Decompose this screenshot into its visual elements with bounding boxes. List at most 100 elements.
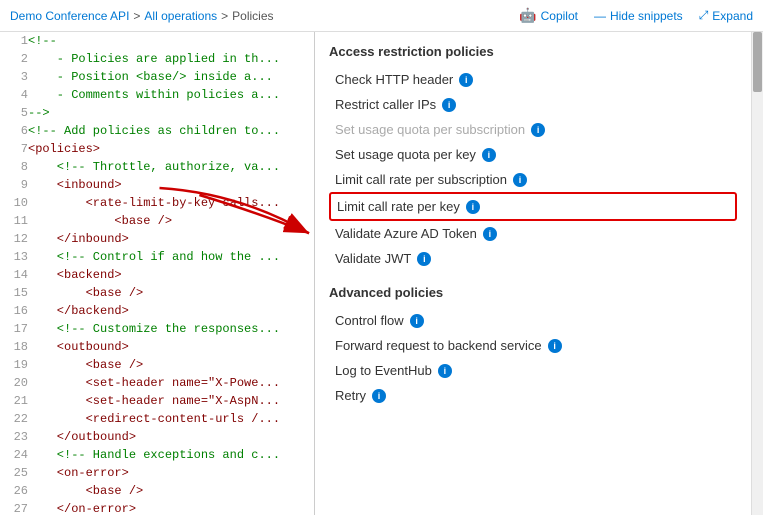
- line-content: <!--: [28, 32, 314, 50]
- line-number: 26: [0, 482, 28, 500]
- copilot-icon: 🤖: [519, 7, 536, 24]
- policy-item-limit-rate-sub[interactable]: Limit call rate per subscription i: [329, 167, 737, 192]
- policy-label: Limit call rate per subscription: [335, 172, 507, 187]
- code-line: 24 <!-- Handle exceptions and c...: [0, 446, 314, 464]
- line-number: 14: [0, 266, 28, 284]
- info-icon[interactable]: i: [466, 200, 480, 214]
- info-icon[interactable]: i: [482, 148, 496, 162]
- line-number: 20: [0, 374, 28, 392]
- breadcrumb: Demo Conference API > All operations > P…: [10, 9, 274, 23]
- code-line: 18 <outbound>: [0, 338, 314, 356]
- expand-icon: ⤢: [699, 8, 709, 23]
- topbar: Demo Conference API > All operations > P…: [0, 0, 763, 32]
- line-content: <policies>: [28, 140, 314, 158]
- info-icon[interactable]: i: [442, 98, 456, 112]
- breadcrumb-sep2: >: [221, 9, 228, 23]
- policy-item-limit-rate-key[interactable]: Limit call rate per key i: [329, 192, 737, 221]
- access-items-list: Check HTTP header i Restrict caller IPs …: [329, 67, 737, 271]
- line-content: <!-- Customize the responses...: [28, 320, 314, 338]
- line-number: 3: [0, 68, 28, 86]
- policy-label: Validate JWT: [335, 251, 411, 266]
- info-icon[interactable]: i: [513, 173, 527, 187]
- policy-label: Limit call rate per key: [337, 199, 460, 214]
- code-table: 1 <!-- 2 - Policies are applied in th...…: [0, 32, 314, 515]
- info-icon[interactable]: i: [548, 339, 562, 353]
- code-panel[interactable]: 1 <!-- 2 - Policies are applied in th...…: [0, 32, 315, 515]
- code-line: 17 <!-- Customize the responses...: [0, 320, 314, 338]
- line-content: <!-- Add policies as children to...: [28, 122, 314, 140]
- expand-label: Expand: [712, 9, 753, 23]
- code-line: 4 - Comments within policies a...: [0, 86, 314, 104]
- info-icon[interactable]: i: [459, 73, 473, 87]
- line-content: <outbound>: [28, 338, 314, 356]
- line-content: - Position <base/> inside a...: [28, 68, 314, 86]
- breadcrumb-all-ops[interactable]: All operations: [144, 9, 217, 23]
- line-content: </outbound>: [28, 428, 314, 446]
- code-line: 9 <inbound>: [0, 176, 314, 194]
- hide-snippets-button[interactable]: — Hide snippets: [594, 9, 683, 23]
- policy-item-validate-jwt[interactable]: Validate JWT i: [329, 246, 737, 271]
- line-number: 13: [0, 248, 28, 266]
- right-scrollbar[interactable]: [751, 32, 763, 515]
- line-number: 8: [0, 158, 28, 176]
- code-line: 1 <!--: [0, 32, 314, 50]
- line-number: 7: [0, 140, 28, 158]
- policy-label: Set usage quota per key: [335, 147, 476, 162]
- code-line: 13 <!-- Control if and how the ...: [0, 248, 314, 266]
- info-icon[interactable]: i: [372, 389, 386, 403]
- line-content: - Comments within policies a...: [28, 86, 314, 104]
- line-number: 4: [0, 86, 28, 104]
- line-number: 18: [0, 338, 28, 356]
- breadcrumb-app[interactable]: Demo Conference API: [10, 9, 129, 23]
- policy-item-control-flow[interactable]: Control flow i: [329, 308, 737, 333]
- line-number: 1: [0, 32, 28, 50]
- info-icon[interactable]: i: [483, 227, 497, 241]
- main-area: 1 <!-- 2 - Policies are applied in th...…: [0, 32, 763, 515]
- policy-item-usage-quota-sub[interactable]: Set usage quota per subscription i: [329, 117, 737, 142]
- info-icon[interactable]: i: [531, 123, 545, 137]
- code-line: 27 </on-error>: [0, 500, 314, 515]
- info-icon[interactable]: i: [410, 314, 424, 328]
- policy-item-forward-req[interactable]: Forward request to backend service i: [329, 333, 737, 358]
- line-number: 6: [0, 122, 28, 140]
- line-content: -->: [28, 104, 314, 122]
- policy-item-usage-quota-key[interactable]: Set usage quota per key i: [329, 142, 737, 167]
- policy-item-restrict-ips[interactable]: Restrict caller IPs i: [329, 92, 737, 117]
- line-number: 17: [0, 320, 28, 338]
- policy-item-check-http[interactable]: Check HTTP header i: [329, 67, 737, 92]
- breadcrumb-current: Policies: [232, 9, 273, 23]
- line-content: <redirect-content-urls /...: [28, 410, 314, 428]
- line-content: <inbound>: [28, 176, 314, 194]
- code-line: 8 <!-- Throttle, authorize, va...: [0, 158, 314, 176]
- code-line: 12 </inbound>: [0, 230, 314, 248]
- code-line: 21 <set-header name="X-AspN...: [0, 392, 314, 410]
- expand-button[interactable]: ⤢ Expand: [699, 8, 753, 23]
- policy-item-retry[interactable]: Retry i: [329, 383, 737, 408]
- policy-label: Forward request to backend service: [335, 338, 542, 353]
- scrollbar-thumb[interactable]: [753, 32, 762, 92]
- line-number: 23: [0, 428, 28, 446]
- policy-label: Log to EventHub: [335, 363, 432, 378]
- info-icon[interactable]: i: [438, 364, 452, 378]
- line-content: <set-header name="X-Powe...: [28, 374, 314, 392]
- line-number: 16: [0, 302, 28, 320]
- line-content: <on-error>: [28, 464, 314, 482]
- line-content: <backend>: [28, 266, 314, 284]
- policies-panel: Access restriction policies Check HTTP h…: [315, 32, 751, 515]
- code-line: 7 <policies>: [0, 140, 314, 158]
- line-content: <!-- Throttle, authorize, va...: [28, 158, 314, 176]
- line-number: 5: [0, 104, 28, 122]
- copilot-button[interactable]: 🤖 Copilot: [519, 7, 578, 24]
- line-number: 25: [0, 464, 28, 482]
- code-line: 16 </backend>: [0, 302, 314, 320]
- line-number: 15: [0, 284, 28, 302]
- policy-item-validate-aad[interactable]: Validate Azure AD Token i: [329, 221, 737, 246]
- line-content: - Policies are applied in th...: [28, 50, 314, 68]
- code-line: 19 <base />: [0, 356, 314, 374]
- policy-item-log-eventhub[interactable]: Log to EventHub i: [329, 358, 737, 383]
- code-line: 23 </outbound>: [0, 428, 314, 446]
- line-number: 24: [0, 446, 28, 464]
- info-icon[interactable]: i: [417, 252, 431, 266]
- line-content: <!-- Control if and how the ...: [28, 248, 314, 266]
- line-number: 19: [0, 356, 28, 374]
